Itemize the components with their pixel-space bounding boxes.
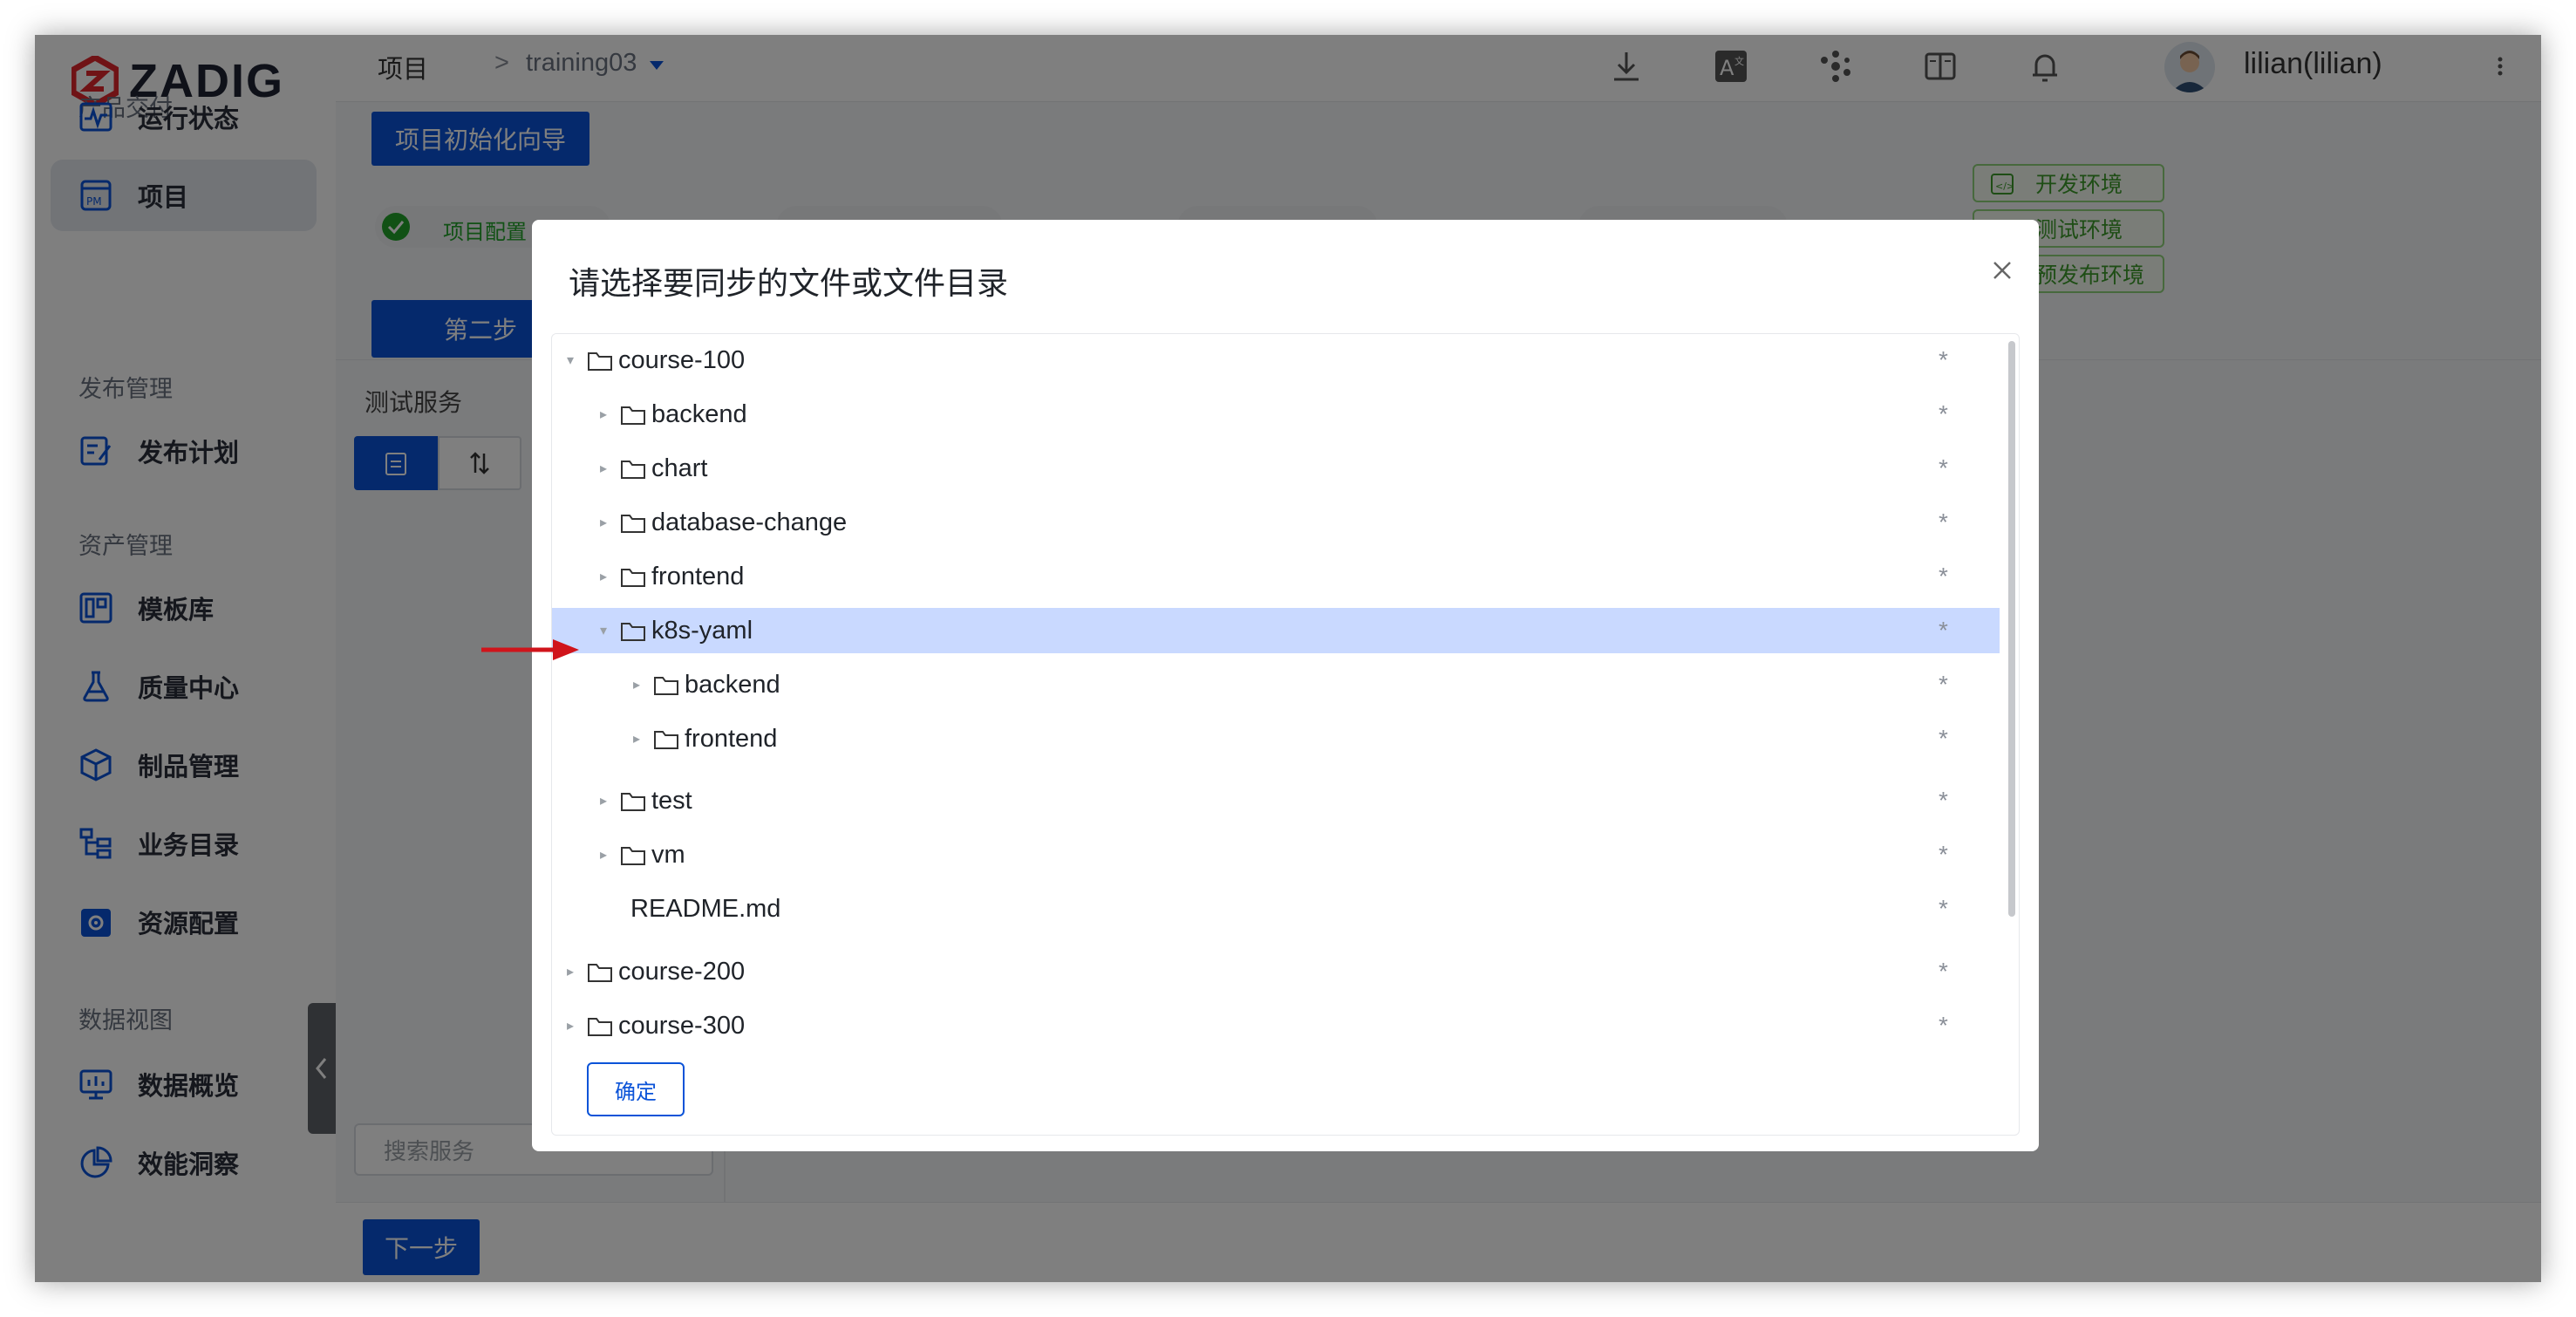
folder-name: frontend: [685, 724, 778, 753]
folder-icon: [621, 623, 645, 641]
tree-scrollbar[interactable]: [2008, 341, 2015, 917]
tree-node[interactable]: ▾ course-100 *: [552, 338, 2000, 383]
folder-name: backend: [651, 399, 747, 428]
sync-marker: *: [1939, 617, 1948, 644]
folder-icon: [621, 461, 645, 479]
folder-name: database-change: [651, 508, 848, 536]
caret-right-icon[interactable]: ▸: [597, 407, 610, 422]
folder-name: k8s-yaml: [651, 616, 753, 645]
caret-right-icon[interactable]: ▸: [564, 965, 576, 979]
caret-right-icon[interactable]: ▸: [597, 794, 610, 809]
folder-icon: [621, 847, 645, 865]
sync-marker: *: [1939, 346, 1948, 373]
folder-name: course-300: [618, 1011, 746, 1040]
folder-name: backend: [685, 670, 780, 699]
tree-node[interactable]: ▸ frontend *: [552, 716, 2000, 761]
annotation-arrow-icon: [481, 639, 579, 660]
tree-node[interactable]: ▸ database-change *: [552, 500, 2000, 545]
tree-node[interactable]: ▸ backend *: [552, 392, 2000, 437]
folder-name: chart: [651, 454, 708, 482]
tree-node[interactable]: ▸ backend *: [552, 662, 2000, 707]
caret-right-icon[interactable]: ▸: [597, 570, 610, 584]
sync-marker: *: [1939, 895, 1948, 922]
tree-node[interactable]: ▸ vm *: [552, 832, 2000, 877]
file-name: README.md: [630, 894, 781, 923]
caret-right-icon[interactable]: ▸: [630, 732, 643, 747]
file-select-dialog: 请选择要同步的文件或文件目录 ▾ course-100 * ▸ backend * ▸ cha…: [532, 220, 2039, 1151]
sync-marker: *: [1939, 958, 1948, 985]
folder-icon: [621, 406, 645, 425]
tree-node[interactable]: ▸ course-300 *: [552, 1003, 2000, 1041]
folder-icon: [654, 731, 678, 749]
sync-marker: *: [1939, 1012, 1948, 1039]
folder-icon: [654, 677, 678, 695]
sync-marker: *: [1939, 725, 1948, 752]
folder-name: vm: [651, 840, 685, 869]
tree-node[interactable]: ▾ k8s-yaml *: [552, 608, 2000, 653]
sync-marker: *: [1939, 454, 1948, 481]
file-tree-container: ▾ course-100 * ▸ backend * ▸ chart * ▸ database-ch…: [551, 333, 2020, 1136]
folder-icon: [588, 352, 612, 371]
tree-node[interactable]: ▸ test *: [552, 778, 2000, 823]
app-window: ZADIG 产品交付 运行状态 PM 项目 发布管理 发布计划 资产管理 模板库…: [35, 35, 2541, 1282]
caret-right-icon[interactable]: ▸: [597, 461, 610, 476]
sync-marker: *: [1939, 508, 1948, 536]
tree-node[interactable]: ▸ frontend *: [552, 554, 2000, 599]
folder-name: test: [651, 786, 692, 815]
dialog-title: 请选择要同步的文件或文件目录: [569, 265, 1009, 301]
folder-icon: [588, 1018, 612, 1036]
caret-right-icon[interactable]: ▸: [564, 1019, 576, 1034]
file-tree[interactable]: ▾ course-100 * ▸ backend * ▸ chart * ▸ database-ch…: [552, 334, 2019, 1041]
caret-down-icon[interactable]: ▾: [597, 624, 610, 638]
caret-right-icon[interactable]: ▸: [630, 678, 643, 693]
sync-marker: *: [1939, 400, 1948, 427]
sync-marker: *: [1939, 671, 1948, 698]
tree-node[interactable]: ▸ chart *: [552, 446, 2000, 491]
folder-name: frontend: [651, 562, 745, 590]
caret-right-icon[interactable]: ▸: [597, 848, 610, 863]
tree-node[interactable]: ▸ course-200 *: [552, 949, 2000, 994]
close-icon[interactable]: [1990, 258, 2014, 283]
caret-right-icon[interactable]: ▸: [597, 515, 610, 530]
caret-down-icon[interactable]: ▾: [564, 353, 576, 368]
sync-marker: *: [1939, 787, 1948, 814]
folder-icon: [621, 793, 645, 811]
folder-icon: [588, 964, 612, 982]
sync-marker: *: [1939, 563, 1948, 590]
folder-icon: [621, 569, 645, 587]
folder-name: course-100: [618, 345, 746, 374]
tree-node[interactable]: README.md *: [552, 886, 2000, 931]
sync-marker: *: [1939, 841, 1948, 868]
confirm-button[interactable]: 确定: [587, 1062, 685, 1116]
folder-icon: [621, 515, 645, 533]
folder-name: course-200: [618, 957, 746, 986]
